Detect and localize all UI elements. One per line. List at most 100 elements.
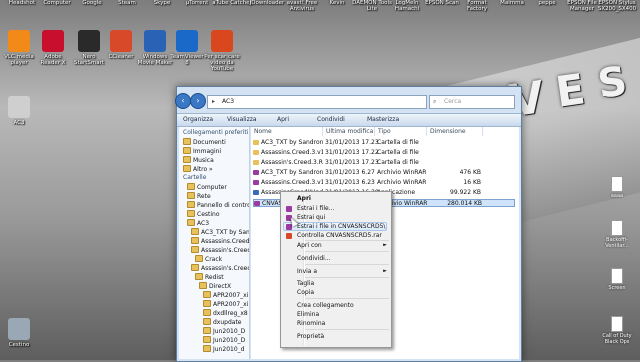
menu-item[interactable]: Estrai i file in CNVASNSCRD5\ bbox=[297, 223, 385, 231]
desktop-top-label[interactable]: µTorrent bbox=[177, 0, 217, 6]
nav-item[interactable]: Jun2010_D bbox=[203, 336, 245, 344]
file-name-cell: Assassin's.Creed.3.RiP... bbox=[253, 159, 323, 167]
folder-icon bbox=[183, 165, 191, 172]
file-icon bbox=[253, 160, 259, 165]
nav-item[interactable]: dxupdate bbox=[203, 318, 242, 326]
menu-item[interactable]: Proprietà bbox=[297, 333, 324, 341]
search-input[interactable]: ⌕ Cerca bbox=[429, 95, 515, 109]
nav-item[interactable]: Documenti bbox=[183, 138, 226, 146]
address-bar[interactable]: ▸ AC3 bbox=[207, 95, 427, 109]
menu-item[interactable]: Apri con bbox=[297, 242, 322, 250]
desktop-top-label[interactable]: Format Factory bbox=[457, 0, 497, 12]
nav-item[interactable]: APR2007_xi bbox=[203, 291, 248, 299]
nav-item[interactable]: Altro » bbox=[183, 165, 213, 173]
desktop-top-label[interactable]: Steam bbox=[107, 0, 147, 6]
nav-item[interactable]: Immagini bbox=[183, 147, 221, 155]
menu-separator bbox=[305, 251, 389, 252]
desktop-top-label[interactable]: Kevin bbox=[317, 0, 357, 6]
desktop-top-label[interactable]: LogMeIn Hamachi bbox=[387, 0, 427, 12]
menu-item[interactable]: Controlla CNVASNSCRD5.rar bbox=[297, 232, 382, 240]
menu-item[interactable]: Apri bbox=[297, 195, 311, 203]
file-name: Assassins.Creed.3.v1.0... bbox=[261, 179, 323, 186]
app-icon bbox=[42, 30, 64, 52]
menu-item[interactable]: Condividi... bbox=[297, 255, 331, 263]
nav-item[interactable]: Redist bbox=[195, 273, 224, 281]
organize-button[interactable]: Organizza bbox=[183, 116, 213, 123]
menu-item[interactable]: Estrai qui bbox=[297, 214, 325, 222]
desktop-top-label[interactable]: EPSON Stylus SX200_SX400 bbox=[597, 0, 637, 12]
desktop-file-icon[interactable]: Screen bbox=[600, 268, 634, 292]
desktop-file-icon[interactable]: Backoffi- Ventilar... bbox=[600, 220, 634, 249]
desktop-top-label[interactable]: avast! Free Antivirus bbox=[282, 0, 322, 12]
nav-item[interactable]: Musica bbox=[183, 156, 214, 164]
menu-item[interactable]: Crea collegamento bbox=[297, 302, 354, 310]
column-header[interactable]: Ultima modifica bbox=[323, 127, 375, 136]
desktop-icon[interactable]: Per scaricare video da YouTube bbox=[203, 30, 241, 72]
desktop-top-label[interactable]: peppe bbox=[527, 0, 567, 6]
nav-item[interactable]: Assassin's.Creed. bbox=[191, 264, 249, 272]
desktop-file-icon[interactable]: Call of Duty Black Ops bbox=[600, 316, 634, 345]
file-row[interactable]: Assassins.Creed.3.v1.0...31/01/2013 6.23… bbox=[253, 179, 515, 187]
menu-item[interactable]: Estrai i file... bbox=[297, 205, 334, 213]
burn-button[interactable]: Masterizza bbox=[367, 116, 399, 123]
share-button[interactable]: Condividi bbox=[317, 116, 345, 123]
column-header[interactable]: Tipo bbox=[375, 127, 427, 136]
file-row[interactable]: AC3_TXT by Sandrone 31/01/2013 17.23 Carte… bbox=[253, 139, 515, 147]
column-header[interactable]: Nome bbox=[251, 127, 323, 136]
file-row[interactable]: Assassins.Creed.3.v1.0...31/01/2013 17.2… bbox=[253, 149, 515, 157]
menu-item-icon bbox=[286, 206, 292, 212]
forward-button[interactable]: › bbox=[190, 93, 206, 109]
nav-item[interactable]: DirectX bbox=[199, 282, 231, 290]
open-button[interactable]: Apri bbox=[277, 116, 289, 123]
nav-item[interactable]: Assassins.Creed. bbox=[191, 237, 249, 245]
nav-item-label: Cartelle bbox=[183, 174, 207, 181]
menu-item-icon bbox=[286, 233, 292, 239]
nav-item[interactable]: Computer bbox=[187, 183, 227, 191]
desktop-file-label: aaaa bbox=[610, 193, 624, 199]
menu-item[interactable]: Taglia bbox=[297, 280, 314, 288]
nav-item[interactable]: AC3 bbox=[187, 219, 209, 227]
nav-item[interactable]: Jun2010_d bbox=[203, 345, 244, 353]
desktop-top-label[interactable]: Google bbox=[72, 0, 112, 6]
back-button[interactable]: ‹ bbox=[175, 93, 191, 109]
nav-item[interactable]: Cestino bbox=[187, 210, 220, 218]
desktop-top-label[interactable]: EPSON Scan bbox=[422, 0, 462, 6]
nav-item[interactable]: Rete bbox=[187, 192, 211, 200]
nav-item-label: Altro » bbox=[193, 166, 213, 173]
nav-item[interactable]: AC3_TXT by San bbox=[191, 228, 249, 236]
desktop-icon[interactable]: AC3 bbox=[0, 96, 38, 126]
nav-item[interactable]: APR2007_xi bbox=[203, 300, 248, 308]
desktop-icon[interactable]: TeamViewer 8 bbox=[168, 30, 206, 66]
file-type: Archivio WinRAR bbox=[377, 169, 427, 176]
menu-item[interactable]: Copia bbox=[297, 289, 314, 297]
desktop-icon[interactable]: VLC media player bbox=[0, 30, 38, 66]
desktop-icon[interactable]: Cestino bbox=[0, 318, 38, 348]
nav-item[interactable]: Jun2010_D bbox=[203, 327, 245, 335]
desktop-icon[interactable]: CCleaner bbox=[102, 30, 140, 60]
desktop-top-label[interactable]: Computer bbox=[37, 0, 77, 6]
desktop-top-label[interactable]: Headshot bbox=[2, 0, 42, 6]
nav-item[interactable]: dxdllreg_x8 bbox=[203, 309, 248, 317]
desktop-top-label[interactable]: JDownloader bbox=[247, 0, 287, 6]
desktop-top-label[interactable]: DAEMON Tools Lite bbox=[352, 0, 392, 12]
nav-item[interactable]: Pannello di contro bbox=[187, 201, 249, 209]
file-icon bbox=[253, 150, 259, 155]
nav-item[interactable]: Crack bbox=[195, 255, 222, 263]
desktop-file-icon[interactable]: aaaa bbox=[600, 176, 634, 200]
desktop-top-label[interactable]: aTube Catcher bbox=[212, 0, 252, 6]
menu-item[interactable]: Rinomina bbox=[297, 320, 325, 328]
menu-item[interactable]: Invia a bbox=[297, 268, 317, 276]
desktop-top-label[interactable]: Maimma bbox=[492, 0, 532, 6]
column-header[interactable]: Dimensione bbox=[427, 127, 483, 136]
desktop-icon[interactable]: Adobe Reader X bbox=[34, 30, 72, 66]
nav-item-label: Computer bbox=[197, 184, 227, 191]
desktop-top-label[interactable]: Skype bbox=[142, 0, 182, 6]
file-row[interactable]: AC3_TXT by Sandrone 31/01/2013 6.27 Archiv… bbox=[253, 169, 515, 177]
document-icon bbox=[611, 316, 623, 332]
folder-icon bbox=[187, 183, 195, 190]
desktop-top-label[interactable]: EPSON File Manager bbox=[562, 0, 602, 12]
menu-item[interactable]: Elimina bbox=[297, 311, 319, 319]
view-button[interactable]: Visualizza bbox=[227, 116, 257, 123]
file-row[interactable]: Assassin's.Creed.3.RiP...31/01/2013 17.2… bbox=[253, 159, 515, 167]
nav-item[interactable]: Assassin's.Creed. bbox=[191, 246, 249, 254]
